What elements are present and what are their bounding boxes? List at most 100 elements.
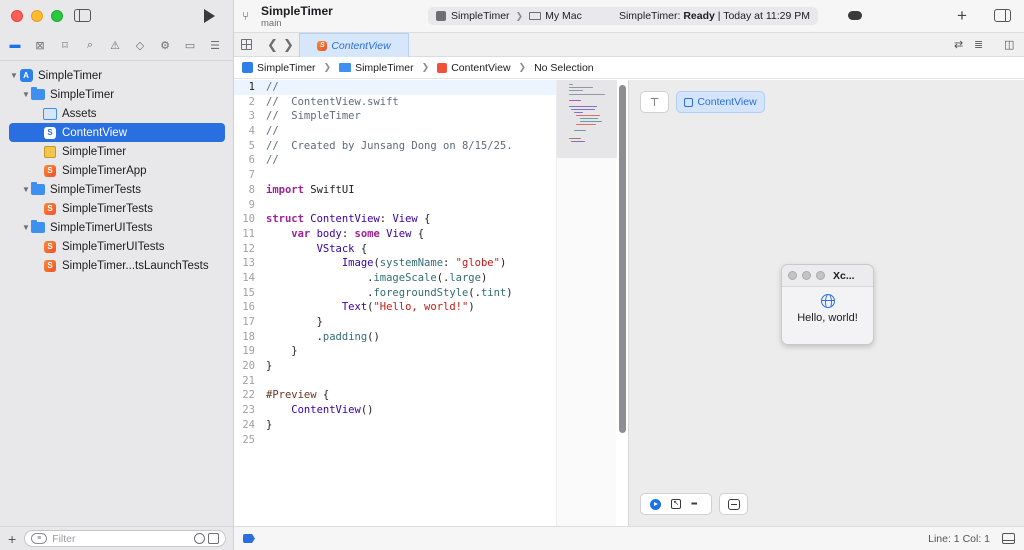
code-line[interactable]: 5// Created by Junsang Dong on 8/15/25. — [234, 139, 556, 154]
code-line[interactable]: 21 — [234, 374, 556, 389]
destination-selector[interactable]: My Mac — [545, 10, 582, 22]
cloud-icon[interactable] — [848, 11, 862, 20]
device-settings-button[interactable] — [719, 493, 748, 515]
code-line[interactable]: 25 — [234, 433, 556, 448]
code-line[interactable]: 17 } — [234, 315, 556, 330]
chevron-right-icon[interactable]: ❯ — [283, 37, 294, 53]
code-line[interactable]: 22 #Preview { — [234, 388, 556, 403]
jumpbar-file[interactable]: ContentView — [451, 62, 510, 74]
preview-selector-button[interactable]: ContentView — [676, 91, 765, 113]
swift-file-icon: S — [44, 259, 56, 272]
folder-icon — [31, 87, 45, 100]
live-preview-icon[interactable] — [650, 498, 661, 510]
play-icon[interactable] — [204, 9, 215, 23]
chevron-down-icon[interactable]: ▼ — [21, 185, 31, 194]
filter-input[interactable]: ≡ Filter — [24, 530, 226, 547]
chevron-left-icon[interactable]: ❮ — [267, 37, 278, 53]
code-line[interactable]: 3// SimpleTimer — [234, 109, 556, 124]
code-line[interactable]: 7 — [234, 168, 556, 183]
code-line[interactable]: 6// — [234, 153, 556, 168]
code-line[interactable]: 11 var body: some View { — [234, 227, 556, 242]
tab-label: ContentView — [331, 39, 391, 52]
recent-files-icon[interactable] — [194, 533, 205, 544]
selectable-mode-icon[interactable]: ↖ — [671, 499, 681, 509]
code-line[interactable]: 18 .padding() — [234, 330, 556, 345]
asset-catalog-icon — [43, 107, 57, 120]
plus-icon[interactable]: + — [8, 531, 16, 547]
minimap[interactable] — [556, 80, 617, 526]
code-line[interactable]: 2// ContentView.swift — [234, 95, 556, 110]
code-line[interactable]: 14 .imageScale(.large) — [234, 271, 556, 286]
tree-item-assets[interactable]: Assets — [9, 104, 225, 123]
minimize-window-button[interactable] — [31, 10, 43, 22]
pin-icon[interactable]: ⊤ — [640, 91, 669, 113]
editor-scrollbar[interactable] — [619, 85, 626, 433]
related-items-icon[interactable] — [241, 39, 252, 50]
find-icon[interactable]: ⌕ — [82, 37, 98, 53]
debug-icon[interactable]: ⚙ — [157, 37, 173, 53]
code-line[interactable]: 8 import SwiftUI — [234, 183, 556, 198]
split-editor-icon[interactable]: ◫ — [1004, 38, 1014, 51]
tree-item-group[interactable]: ▼ SimpleTimer — [9, 85, 225, 104]
chevron-down-icon[interactable]: ▼ — [21, 223, 31, 232]
inspector-toggle-icon[interactable] — [994, 9, 1011, 22]
navigator-tabs: ▬ ⊠ ⌑ ⌕ ⚠ ◇ ⚙ ▭ ☰ — [0, 36, 234, 54]
tree-item-tests-group[interactable]: ▼ SimpleTimerTests — [9, 180, 225, 199]
sidebar-toggle-icon[interactable] — [74, 9, 91, 22]
swift-file-icon: S — [44, 126, 56, 139]
plus-icon[interactable]: + — [957, 6, 967, 26]
tab-contentview[interactable]: S ContentView — [299, 33, 409, 57]
folder-icon[interactable]: ▬ — [7, 37, 23, 53]
code-line[interactable]: 16 Text("Hello, world!") — [234, 300, 556, 315]
chevron-down-icon[interactable]: ▼ — [21, 90, 31, 99]
settings-toggle-icon — [727, 498, 740, 510]
filter-icon[interactable]: ≡ — [31, 533, 48, 544]
debug-area-toggle-icon[interactable] — [243, 534, 255, 543]
tree-item-contentview[interactable]: S ContentView — [9, 123, 225, 142]
breakpoint-icon[interactable]: ▭ — [182, 37, 198, 53]
navigator-sidebar: ▬ ⊠ ⌑ ⌕ ⚠ ◇ ⚙ ▭ ☰ ▼ A SimpleTimer ▼ Simp… — [0, 0, 234, 550]
preview-max-dot — [816, 271, 825, 280]
code-line[interactable]: 1// — [234, 80, 556, 95]
tree-item-label: SimpleTimer...tsLaunchTests — [62, 259, 209, 272]
bottom-panel-toggle-icon[interactable] — [1002, 533, 1015, 544]
source-control-filter-icon[interactable] — [208, 533, 219, 544]
code-line[interactable]: 23 ContentView() — [234, 403, 556, 418]
code-editor[interactable]: 1// 2// ContentView.swift 3// SimpleTime… — [234, 80, 556, 526]
code-line[interactable]: 4// — [234, 124, 556, 139]
tree-item-app[interactable]: S SimpleTimerApp — [9, 161, 225, 180]
jumpbar-group[interactable]: SimpleTimer — [355, 62, 414, 74]
code-line[interactable]: 15 .foregroundStyle(.tint) — [234, 286, 556, 301]
tree-item-uitests-file[interactable]: S SimpleTimerUITests — [9, 237, 225, 256]
code-line[interactable]: 9 — [234, 198, 556, 213]
chevron-down-icon[interactable]: ▼ — [9, 71, 19, 80]
branch-icon: ⑂ — [242, 9, 250, 23]
jump-bar: SimpleTimer ❯ SimpleTimer ❯ ContentView … — [234, 57, 1024, 79]
source-control-icon[interactable]: ⊠ — [32, 37, 48, 53]
scheme-selector[interactable]: SimpleTimer — [451, 10, 510, 22]
code-line[interactable]: 12 VStack { — [234, 242, 556, 257]
zoom-window-button[interactable] — [51, 10, 63, 22]
issue-icon[interactable]: ⚠ — [107, 37, 123, 53]
preview-window[interactable]: Xc... Hello, world! — [781, 264, 874, 345]
jumpbar-project[interactable]: SimpleTimer — [257, 62, 316, 74]
tree-item-uitests-group[interactable]: ▼ SimpleTimerUITests — [9, 218, 225, 237]
close-window-button[interactable] — [11, 10, 23, 22]
code-line[interactable]: 13 Image(systemName: "globe") — [234, 256, 556, 271]
code-line[interactable]: 10 struct ContentView: View { — [234, 212, 556, 227]
bookmark-icon[interactable]: ⌑ — [57, 37, 73, 53]
refresh-icon[interactable]: ⇄ — [954, 38, 963, 51]
tree-item-project[interactable]: ▼ A SimpleTimer — [9, 66, 225, 85]
tree-item-launchtests-file[interactable]: S SimpleTimer...tsLaunchTests — [9, 256, 225, 275]
editor-options-icon[interactable]: ≣ — [974, 38, 983, 51]
tree-item-entitlements[interactable]: SimpleTimer — [9, 142, 225, 161]
report-icon[interactable]: ☰ — [207, 37, 223, 53]
jumpbar-selection[interactable]: No Selection — [534, 62, 594, 74]
code-line[interactable]: 19 } — [234, 344, 556, 359]
code-line[interactable]: 20} — [234, 359, 556, 374]
test-icon[interactable]: ◇ — [132, 37, 148, 53]
variants-grid-icon[interactable]: ▪▪▪ — [691, 500, 702, 508]
tree-item-tests-file[interactable]: S SimpleTimerTests — [9, 199, 225, 218]
branch-name[interactable]: main — [261, 18, 282, 29]
code-line[interactable]: 24} — [234, 418, 556, 433]
